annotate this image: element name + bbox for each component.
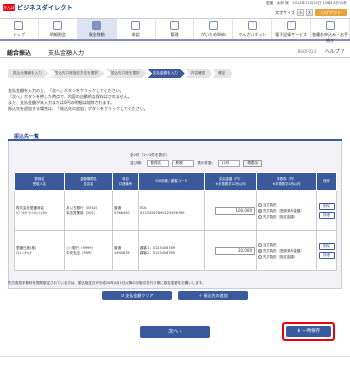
- nav-statements[interactable]: 明細照会: [39, 19, 78, 39]
- transfer-icon: [92, 21, 102, 30]
- sort-order-select[interactable]: 登録名: [147, 160, 170, 167]
- detail-button[interactable]: 詳細: [318, 251, 335, 259]
- col-name: 登録名 受取人名: [14, 172, 65, 191]
- page-subtitle: 支払金額入力: [48, 50, 85, 57]
- step-indicator: 振込元情報を入力 振込先口座指定方法を選択 振込先口座を選択 支払金額を入力 内…: [8, 69, 233, 78]
- nav-transfer[interactable]: 資金移動: [77, 19, 117, 39]
- col-edi: EDI情報／顧客コード: [138, 172, 205, 191]
- step-3: 振込先口座を選択: [105, 69, 147, 78]
- radio-icon: [258, 214, 262, 219]
- cell-fee: 当方負担 先方負担（登録済み金額） 先方負担（指定金額）: [256, 190, 317, 231]
- cell-name: 株式会社愛媛商会 ｶﾌﾞｼｷｶﾞｲｼｬｴﾋﾒｼｮｳｶｲ: [14, 190, 65, 231]
- nav-top[interactable]: トップ: [0, 19, 39, 39]
- radio-selected-icon: [258, 208, 262, 213]
- redisplay-button[interactable]: 再表示: [243, 160, 263, 167]
- chevron-right-icon: ›: [178, 329, 182, 335]
- cell-bank: あいち銀行（0542） 本店営業部（201）: [64, 190, 113, 231]
- cell-edi: EDI： 01234567890123456789: [138, 190, 205, 231]
- footer-divider: [0, 356, 350, 357]
- cell-ops: 削除 詳細: [316, 230, 337, 271]
- radio-selected-icon: [258, 248, 262, 253]
- section-header: [8, 131, 342, 141]
- approval-icon: [131, 21, 141, 30]
- page-id: BSOF013: [297, 49, 316, 54]
- logout-button[interactable]: ログアウト: [315, 9, 347, 16]
- cell-fee: 当方負担 先方負担（登録済み金額） 先方負担（指定金額）: [256, 230, 317, 271]
- add-payee-button[interactable]: ＋ 振込先の追加: [178, 291, 248, 300]
- nav-e-record[interactable]: 電子記録サービス: [272, 19, 312, 39]
- col-account: 科目 口座番号: [112, 172, 139, 191]
- radio-icon: [258, 242, 262, 247]
- home-icon: [14, 21, 24, 30]
- logo: かんぽ ビジネスダイレクト: [3, 3, 73, 12]
- col-bank: 金融機関名 支店名: [64, 172, 113, 191]
- nav-admin[interactable]: 管理: [156, 19, 195, 39]
- logo-mark: かんぽ: [3, 3, 15, 11]
- cell-account: 普通 1990878: [112, 230, 139, 271]
- radio-icon: [258, 202, 262, 207]
- col-fee: 手数料（円） ※半角数字4桁以内: [256, 172, 317, 191]
- table-header-row: 登録名 受取人名 金融機関名 支店名 科目 口座番号 EDI情報／顧客コード 支…: [14, 172, 337, 191]
- cell-name: 愛媛日産(株) ｴﾋﾒﾆｯｻﾝ(ｶ: [14, 230, 65, 271]
- help-link[interactable]: ヘルプ ?: [325, 48, 344, 55]
- table-row: 愛媛日産(株) ｴﾋﾒﾆｯｻﾝ(ｶ ○○銀行（9999） 中央支店（999） 普…: [14, 230, 337, 271]
- per-page-label: 表示件数：: [197, 161, 216, 165]
- cell-account: 普通 0768450: [112, 190, 139, 231]
- table-row: 株式会社愛媛商会 ｶﾌﾞｼｷｶﾞｲｼｬｴﾋﾒｼｮｳｶｲ あいち銀行（0542） …: [14, 190, 337, 231]
- fee-note: 先方負担手数料を規則設定されている方は、振込指定日が平成26年4月1日以降のお取…: [8, 281, 206, 285]
- record-count: 全2件（1～2件を表示）: [130, 153, 170, 157]
- nav-densai[interactable]: でんさいネット: [233, 19, 273, 39]
- cell-edi: 顧客1：0123456789 顧客2：0123456789: [138, 230, 205, 271]
- instructions: 支払金額を入力の上、「次へ」ボタンをクリックしてください。 「次へ」ボタンを押し…: [8, 88, 148, 111]
- nav-applications[interactable]: 各種お申込み・お手続き: [311, 19, 350, 43]
- delete-button[interactable]: 削除: [318, 242, 335, 250]
- step-6: 確定: [213, 69, 233, 78]
- step-1: 振込元情報を入力: [8, 69, 49, 78]
- sort-direction-select[interactable]: 昇順: [172, 160, 195, 167]
- forex-icon: [208, 21, 218, 30]
- save-highlight: ⬇ 一時保存: [282, 322, 335, 341]
- radio-icon: [258, 254, 262, 259]
- cell-amount: 20,000: [204, 230, 257, 271]
- cell-amount: 100,000: [204, 190, 257, 231]
- sort-label: 並び順：: [130, 161, 145, 165]
- detail-button[interactable]: 詳細: [318, 211, 335, 219]
- fee-radio[interactable]: 先方負担（指定金額）: [258, 214, 315, 220]
- amount-input[interactable]: 100,000: [215, 206, 255, 215]
- cell-bank: ○○銀行（9999） 中央支店（999）: [64, 230, 113, 271]
- font-small-button[interactable]: 小: [297, 9, 304, 16]
- e-record-icon: [286, 21, 296, 30]
- densai-icon: [247, 21, 257, 30]
- user-info: 愛媛 太郎 様 2014年12月20日 15時15分15秒: [265, 1, 347, 5]
- global-nav: トップ 明細照会 資金移動 承認 管理 がいためWeb でんさいネット 電子記録…: [0, 18, 350, 43]
- step-5: 内容確認: [185, 69, 213, 78]
- nav-approval[interactable]: 承認: [117, 19, 156, 39]
- font-size-label: 文字サイズ: [275, 9, 295, 15]
- save-draft-button[interactable]: ⬇ 一時保存: [286, 326, 331, 337]
- nav-gaitame[interactable]: がいためWeb: [194, 19, 234, 39]
- admin-icon: [170, 21, 179, 30]
- col-ops: 操作: [316, 172, 337, 191]
- step-2: 振込先口座指定方法を選択: [49, 69, 105, 78]
- application-icon: [325, 21, 335, 30]
- step-4-current: 支払金額を入力: [147, 69, 185, 78]
- statement-icon: [53, 21, 63, 30]
- amount-input[interactable]: 20,000: [215, 246, 255, 255]
- delete-button[interactable]: 削除: [318, 202, 335, 210]
- section-title: 振込先一覧: [14, 134, 40, 140]
- header-controls: 文字サイズ 小 大 ログアウト: [275, 9, 347, 16]
- font-large-button[interactable]: 大: [306, 9, 313, 16]
- clear-amount-button[interactable]: ↺ 支払金額クリア: [102, 291, 172, 300]
- per-page-select[interactable]: 10件: [218, 160, 241, 167]
- logo-text: ビジネスダイレクト: [17, 4, 73, 12]
- payee-table: 登録名 受取人名 金融機関名 支店名 科目 口座番号 EDI情報／顧客コード 支…: [14, 172, 337, 271]
- fee-radio[interactable]: 先方負担（指定金額）: [258, 254, 315, 260]
- next-button[interactable]: 次へ ›: [140, 326, 210, 338]
- cell-ops: 削除 詳細: [316, 190, 337, 231]
- sort-controls: 並び順： 登録名 昇順 表示件数： 10件 再表示: [130, 160, 263, 167]
- page-title: 総合振込: [7, 50, 32, 57]
- col-amount: 支払金額（円） ※半角数字12桁以内: [204, 172, 257, 191]
